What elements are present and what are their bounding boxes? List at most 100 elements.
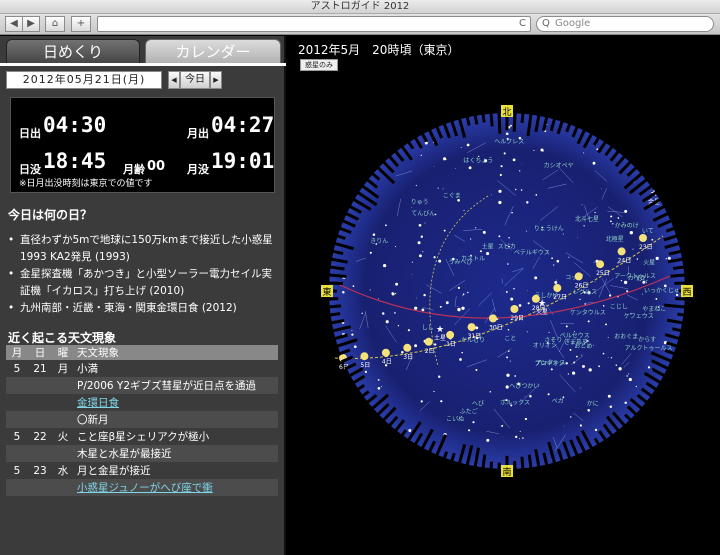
cell-month: [6, 411, 28, 428]
star: [351, 333, 354, 336]
planets-only-button[interactable]: 惑星のみ: [300, 59, 338, 71]
star: [475, 368, 478, 372]
star: [505, 132, 509, 136]
header-month: 月: [6, 345, 28, 360]
star: [587, 320, 590, 323]
star: [588, 368, 592, 372]
planet-star-icon: ★: [436, 325, 444, 335]
star: [572, 371, 576, 375]
constellation-label: うみへび: [448, 258, 472, 266]
moon-day-label: 26日: [575, 282, 589, 289]
star: [500, 165, 503, 168]
date-field[interactable]: 2012年05月21日(月): [6, 71, 162, 89]
star: [382, 263, 387, 268]
horizon-tree: [473, 113, 479, 125]
back-button[interactable]: ◀: [5, 16, 23, 32]
star: [486, 438, 490, 442]
cell-event: 木星と水星が最接近: [74, 445, 278, 462]
star: [475, 227, 477, 229]
prev-day-button[interactable]: ◀: [168, 71, 180, 89]
table-row: 〇新月: [6, 411, 278, 428]
star: [526, 331, 528, 333]
star: [667, 256, 671, 260]
url-field[interactable]: C: [97, 16, 531, 32]
star: [527, 290, 528, 292]
star: [420, 235, 423, 238]
event-link[interactable]: 小惑星ジュノーがへび座で衝: [77, 482, 213, 494]
horizon-tree: [675, 297, 687, 301]
constellation-label: はくちょう: [463, 158, 493, 165]
reload-icon[interactable]: C: [519, 17, 526, 31]
star: [551, 257, 553, 260]
star: [567, 373, 570, 375]
star: [513, 287, 515, 290]
horizon-tree: [489, 111, 494, 127]
constellation-label: へびつかい: [509, 382, 539, 390]
horizon-tree: [327, 304, 342, 309]
moon-phase-marker: [639, 234, 647, 242]
star: [457, 307, 461, 312]
star: [579, 424, 582, 427]
star: [515, 435, 518, 439]
cell-event[interactable]: 金環日食: [74, 394, 278, 411]
star: [437, 375, 441, 378]
cell-event[interactable]: 小惑星ジュノーがへび座で衝: [74, 479, 278, 496]
star: [466, 143, 470, 147]
star: [626, 375, 628, 377]
constellation-label: ポルックス: [500, 399, 530, 407]
star: [553, 264, 555, 266]
star: [565, 325, 568, 328]
next-day-button[interactable]: ▶: [210, 71, 222, 89]
star: [612, 223, 614, 225]
search-input[interactable]: Q Google: [536, 16, 714, 32]
star: [534, 276, 538, 280]
star: [461, 306, 465, 310]
moon-day-label: 3日: [403, 354, 413, 361]
horizon-tree: [497, 111, 502, 134]
star: [655, 297, 658, 300]
moonage-value: 00: [147, 159, 166, 174]
star: [467, 291, 469, 294]
moon-phase-marker: [424, 337, 433, 346]
star: [526, 201, 529, 204]
table-row: 金環日食: [6, 394, 278, 411]
star: [372, 233, 376, 236]
cell-day: [28, 377, 52, 394]
today-title: 今日は何の日？: [8, 208, 93, 222]
event-link[interactable]: 金環日食: [77, 397, 119, 409]
horizon-tree: [527, 454, 533, 470]
constellation-label: しし: [422, 324, 434, 331]
moon-phase-marker: [446, 330, 455, 339]
star: [624, 401, 627, 405]
back-icon: ◀: [10, 18, 18, 29]
constellation-label: こじし: [610, 304, 628, 311]
moon-day-label: 31日: [468, 333, 482, 340]
constellation-label: へび: [472, 400, 484, 408]
home-button[interactable]: ⌂: [45, 16, 65, 32]
star: [369, 251, 372, 254]
tab-calendar[interactable]: カレンダー: [145, 39, 281, 63]
moonset-label: 月没: [187, 163, 209, 176]
today-list: 直径わずか5mで地球に150万kmまで接近した小惑星1993 KA2発見 (19…: [8, 232, 280, 317]
moon-day-label: 30日: [489, 324, 503, 331]
horizon-tree: [677, 312, 686, 317]
add-bookmark-button[interactable]: +: [71, 16, 91, 32]
star: [482, 230, 486, 234]
sky-panel: カシオペヤ ケフェウス ペルセウス ぎょしゃ カペラ りゅう こぐま 北極星 きりん ヘルクレスベ…: [288, 36, 720, 555]
star: [437, 187, 439, 189]
forward-button[interactable]: ▶: [22, 16, 40, 32]
star: [510, 124, 512, 127]
star: [636, 258, 639, 260]
horizon-tree: [327, 297, 339, 301]
cell-weekday: [52, 411, 74, 428]
star: [576, 236, 578, 238]
constellation-label: 北極星: [606, 235, 624, 243]
moonrise-label: 月出: [187, 127, 209, 140]
horizon-tree: [489, 461, 494, 471]
star: [581, 354, 583, 356]
today-button[interactable]: 今日: [180, 71, 210, 89]
star-chart[interactable]: カシオペヤケフェウスペルセウスぎょしゃカペラりゅうこぐま北極星きりんヘルクレスベ…: [288, 36, 720, 555]
tab-daily[interactable]: 日めくり: [6, 39, 140, 63]
events-title: 近く起こる天文現象: [8, 331, 117, 345]
star: [547, 393, 550, 396]
